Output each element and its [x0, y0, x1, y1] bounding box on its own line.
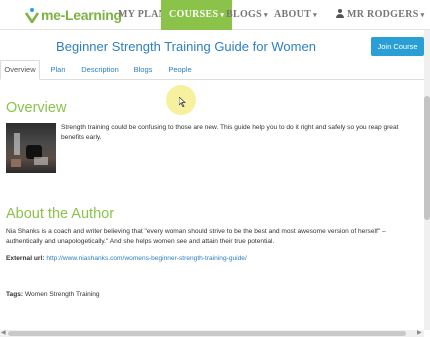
tags-value[interactable]: Women Strength Training	[25, 291, 100, 298]
tab-description[interactable]: Description	[78, 60, 122, 80]
course-title: Beginner Strength Training Guide for Wom…	[56, 39, 316, 54]
chevron-down-icon: ▾	[220, 11, 225, 19]
overview-heading: Overview	[6, 100, 67, 116]
vertical-scrollbar-thumb[interactable]	[424, 96, 430, 220]
nav-courses[interactable]: COURSES ▾	[161, 0, 233, 30]
author-heading: About the Author	[6, 206, 115, 222]
nav-my-plan-label: MY PLAN	[118, 9, 167, 20]
top-navbar: me-Learning MY PLAN COURSES ▾ BLOGS ▾ ABOU…	[0, 0, 430, 30]
tab-overview[interactable]: Overview	[0, 60, 40, 80]
logo-text: me-Learning	[41, 7, 122, 23]
course-tabs: Overview Plan Description Blogs People	[0, 60, 424, 80]
nav-courses-label: COURSES	[169, 9, 219, 20]
horizontal-scrollbar-thumb[interactable]	[8, 331, 406, 336]
mouse-pointer-icon	[179, 97, 186, 107]
logo[interactable]: me-Learning	[24, 6, 122, 24]
chevron-down-icon: ▾	[263, 11, 268, 19]
external-url-row: External url: http://www.niashanks.com/w…	[6, 254, 418, 264]
course-thumbnail	[6, 123, 56, 173]
user-menu[interactable]: MR RODGERS ▾	[336, 0, 424, 30]
scroll-left-icon[interactable]: ◀	[1, 330, 6, 337]
nav-about-label: ABOUT	[274, 9, 312, 20]
external-url-link[interactable]: http://www.niashanks.com/womens-beginner…	[46, 255, 246, 262]
tags-label: Tags:	[6, 291, 24, 298]
logo-icon	[24, 8, 40, 23]
scroll-right-icon[interactable]: ▶	[417, 330, 422, 337]
tab-blogs[interactable]: Blogs	[128, 60, 158, 80]
nav-about[interactable]: ABOUT ▾	[274, 0, 317, 30]
chevron-down-icon: ▾	[420, 11, 425, 19]
overview-text: Strength training could be confusing to …	[61, 124, 399, 141]
external-url-label: External url:	[6, 255, 45, 262]
tab-plan[interactable]: Plan	[44, 60, 72, 80]
chevron-down-icon: ▾	[313, 11, 317, 19]
tags-row: Tags: Women Strength Training	[6, 290, 306, 300]
user-icon	[336, 9, 344, 18]
tab-people[interactable]: People	[164, 60, 196, 80]
join-course-button[interactable]: Join Course	[371, 37, 424, 56]
nav-my-plan[interactable]: MY PLAN	[118, 0, 166, 30]
user-name: MR RODGERS	[347, 9, 419, 20]
author-bio: Nia Shanks is a coach and writer believi…	[6, 228, 386, 245]
nav-blogs-label: BLOGS	[226, 9, 262, 20]
nav-blogs[interactable]: BLOGS ▾	[226, 0, 268, 30]
